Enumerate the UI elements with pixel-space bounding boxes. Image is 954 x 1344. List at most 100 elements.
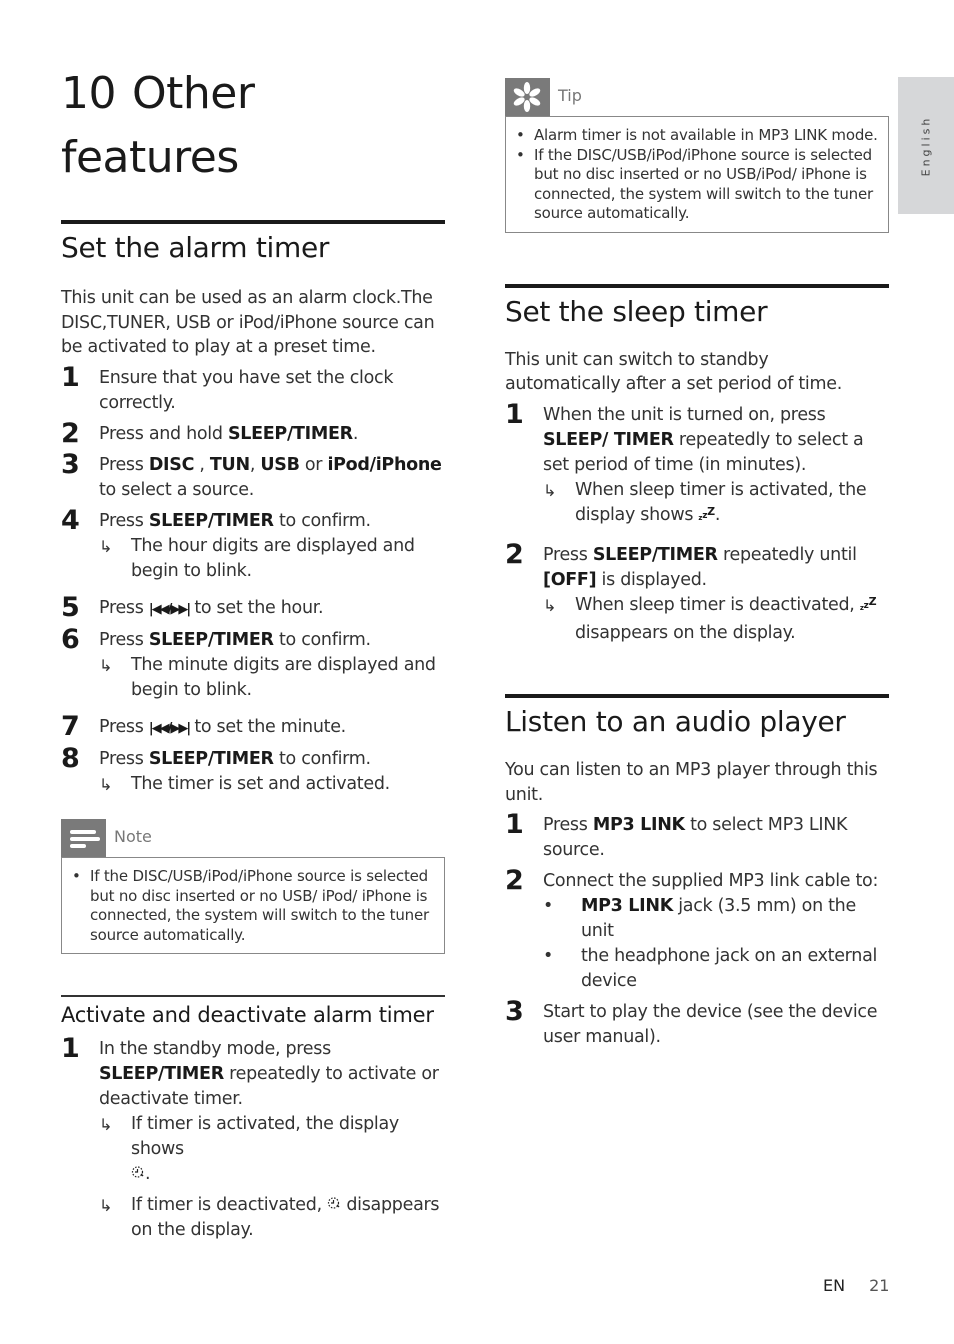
- step-text: Press: [99, 630, 149, 651]
- tip-label: Tip: [558, 86, 582, 105]
- chapter-title: 10 Other features: [61, 62, 445, 190]
- step-result: ↳ When sleep timer is activated, the dis…: [543, 478, 889, 531]
- step-text: Press: [99, 717, 149, 738]
- step-text: or: [299, 455, 328, 476]
- alarm-step-2: 2 Press and hold SLEEP/TIMER.: [61, 418, 445, 450]
- step-text: Press: [99, 598, 149, 619]
- step-text: to confirm.: [273, 511, 371, 532]
- bullet-item: • the headphone jack on an external devi…: [543, 944, 889, 994]
- button-name: TUN: [209, 455, 250, 476]
- section-divider: [61, 220, 445, 224]
- prev-next-icon: |◀◀/▶▶|: [148, 602, 191, 618]
- button-name: SLEEP/TIMER: [592, 544, 718, 565]
- step-text: When the unit is turned on, press: [543, 404, 826, 425]
- step-number: 8: [61, 743, 80, 775]
- step-text: Press: [99, 749, 149, 770]
- display-value: [OFF]: [543, 569, 597, 590]
- page-footer: EN 21: [823, 1276, 889, 1295]
- section-divider: [505, 283, 889, 288]
- bullet-dot: •: [543, 896, 554, 917]
- step-text: to confirm.: [273, 749, 371, 770]
- tip-asterisk-icon: [505, 78, 550, 116]
- jack-name: MP3 LINK: [581, 896, 673, 917]
- step-number: 2: [505, 538, 524, 570]
- step-text: to set the minute.: [189, 717, 346, 738]
- step-number: 2: [61, 418, 80, 450]
- button-name: USB: [260, 455, 300, 476]
- audio-step-1: 1 Press MP3 LINK to select MP3 LINK sour…: [505, 810, 889, 863]
- step-text: to select a source.: [99, 480, 254, 501]
- alarm-section-title: Set the alarm timer: [61, 231, 330, 264]
- step-text: to set the hour.: [189, 598, 324, 619]
- result-arrow-icon: ↳: [99, 1195, 113, 1215]
- result-text: The minute digits are displayed and begi…: [131, 655, 436, 701]
- step-number: 3: [505, 996, 524, 1028]
- step-text: ,: [194, 455, 210, 476]
- step-result: ↳ If timer is activated, the display sho…: [99, 1112, 445, 1187]
- result-text: When sleep timer is deactivated,: [575, 594, 860, 615]
- sleep-step-1: 1 When the unit is turned on, press SLEE…: [505, 399, 889, 531]
- step-result: ↳ The hour digits are displayed and begi…: [99, 534, 445, 584]
- page-number: 21: [869, 1276, 890, 1295]
- activate-steps: 1 In the standby mode, press SLEEP/TIMER…: [61, 1032, 445, 1243]
- step-result: ↳ If timer is deactivated, disappears on…: [99, 1193, 445, 1243]
- audio-step-3: 3 Start to play the device (see the devi…: [505, 996, 889, 1050]
- step-number: 3: [61, 449, 80, 481]
- result-text: The hour digits are displayed and begin …: [131, 536, 415, 582]
- note-item: If the DISC/USB/iPod/iPhone source is se…: [72, 867, 434, 945]
- sleep-step-2: 2 Press SLEEP/TIMER repeatedly until [OF…: [505, 538, 889, 646]
- result-text: .: [714, 504, 721, 525]
- result-text: When sleep timer is activated, the displ…: [575, 479, 867, 525]
- alarm-step-1: 1 Ensure that you have set the clock cor…: [61, 362, 445, 416]
- button-name: DISC: [148, 455, 195, 476]
- activate-subsection-title: Activate and deactivate alarm timer: [61, 1002, 434, 1027]
- alarm-step-7: 7 Press |◀◀/▶▶| to set the minute.: [61, 712, 445, 742]
- result-arrow-icon: ↳: [99, 775, 113, 795]
- sleep-zzz-icon: zzZ: [859, 594, 877, 612]
- result-text: .: [145, 1163, 151, 1184]
- alarm-clock-icon: [131, 1162, 145, 1187]
- subsection-divider: [61, 995, 445, 997]
- tip-box: Alarm timer is not available in MP3 LINK…: [505, 116, 889, 233]
- section-divider: [505, 693, 889, 698]
- step-text: Press: [99, 455, 149, 476]
- note-lines-icon: [61, 819, 106, 858]
- step-text: to confirm.: [273, 630, 371, 651]
- activate-step-1: 1 In the standby mode, press SLEEP/TIMER…: [61, 1032, 445, 1243]
- tip-callout: Tip Alarm timer is not available in MP3 …: [505, 78, 889, 233]
- step-result: ↳ The timer is set and activated.: [99, 772, 445, 797]
- bullet-dot: •: [543, 946, 554, 967]
- audio-step-2: 2 Connect the supplied MP3 link cable to…: [505, 866, 889, 994]
- sleep-zzz-icon: zzZ: [698, 504, 715, 522]
- language-tab: English: [898, 77, 954, 214]
- tip-item: Alarm timer is not available in MP3 LINK…: [516, 126, 878, 146]
- step-text: Connect the supplied MP3 link cable to:: [543, 871, 879, 892]
- step-number: 4: [61, 505, 80, 537]
- alarm-step-3: 3 Press DISC , TUN, USB or iPod/iPhone t…: [61, 449, 445, 503]
- step-number: 6: [61, 624, 80, 656]
- audio-steps: 1 Press MP3 LINK to select MP3 LINK sour…: [505, 810, 889, 1050]
- right-column: Tip Alarm timer is not available in MP3 …: [505, 78, 889, 1050]
- step-text: In the standby mode, press: [99, 1038, 331, 1059]
- bullet-item: • MP3 LINK jack (3.5 mm) on the unit: [543, 894, 889, 944]
- footer-language: EN: [823, 1276, 846, 1295]
- button-name: SLEEP/TIMER: [227, 424, 353, 445]
- step-result: ↳ When sleep timer is deactivated, zzZ d…: [543, 593, 889, 646]
- alarm-step-6: 6 Press SLEEP/TIMER to confirm. ↳ The mi…: [61, 624, 445, 703]
- step-text: Ensure that you have set the clock corre…: [99, 368, 394, 414]
- step-number: 5: [61, 592, 80, 624]
- result-text: If timer is deactivated,: [131, 1194, 328, 1215]
- step-number: 1: [61, 1032, 80, 1064]
- note-header: Note: [61, 819, 445, 858]
- sleep-steps: 1 When the unit is turned on, press SLEE…: [505, 399, 889, 646]
- step-text: Press: [99, 511, 149, 532]
- chapter-number: 10: [61, 68, 117, 119]
- sleep-intro: This unit can switch to standby automati…: [505, 349, 842, 395]
- alarm-step-5: 5 Press |◀◀/▶▶| to set the hour.: [61, 592, 445, 624]
- step-number: 1: [61, 362, 80, 394]
- step-text: Press: [543, 815, 593, 836]
- step-text: is displayed.: [596, 569, 708, 590]
- step-result: ↳ The minute digits are displayed and be…: [99, 653, 445, 703]
- left-column: 10 Other features Set the alarm timer Thi…: [61, 62, 445, 1243]
- step-text: Start to play the device (see the device…: [543, 1002, 878, 1048]
